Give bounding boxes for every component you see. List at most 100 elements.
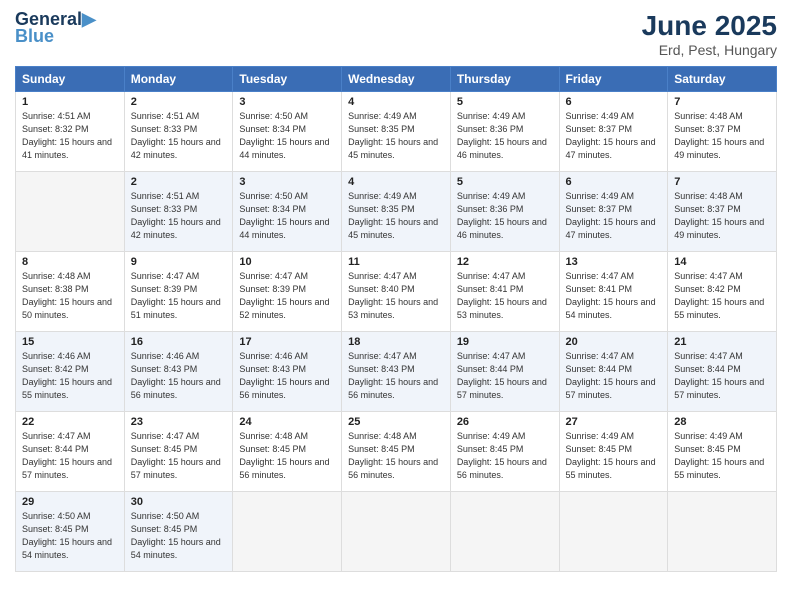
table-row [559, 492, 668, 572]
day-info: Sunrise: 4:48 AM Sunset: 8:37 PM Dayligh… [674, 110, 770, 162]
table-row: 13 Sunrise: 4:47 AM Sunset: 8:41 PM Dayl… [559, 252, 668, 332]
table-row: 18 Sunrise: 4:47 AM Sunset: 8:43 PM Dayl… [342, 332, 451, 412]
table-row: 22 Sunrise: 4:47 AM Sunset: 8:44 PM Dayl… [16, 412, 125, 492]
table-row: 24 Sunrise: 4:48 AM Sunset: 8:45 PM Dayl… [233, 412, 342, 492]
title-block: June 2025 Erd, Pest, Hungary [642, 10, 777, 58]
day-info: Sunrise: 4:50 AM Sunset: 8:45 PM Dayligh… [22, 510, 118, 562]
day-info: Sunrise: 4:48 AM Sunset: 8:45 PM Dayligh… [239, 430, 335, 482]
day-info: Sunrise: 4:47 AM Sunset: 8:40 PM Dayligh… [348, 270, 444, 322]
day-info: Sunrise: 4:46 AM Sunset: 8:43 PM Dayligh… [239, 350, 335, 402]
table-row: 14 Sunrise: 4:47 AM Sunset: 8:42 PM Dayl… [668, 252, 777, 332]
day-number: 13 [566, 256, 662, 268]
table-row [450, 492, 559, 572]
day-info: Sunrise: 4:47 AM Sunset: 8:39 PM Dayligh… [239, 270, 335, 322]
day-info: Sunrise: 4:47 AM Sunset: 8:44 PM Dayligh… [566, 350, 662, 402]
table-row: 7 Sunrise: 4:48 AM Sunset: 8:37 PM Dayli… [668, 172, 777, 252]
table-row: 1 Sunrise: 4:51 AM Sunset: 8:32 PM Dayli… [16, 92, 125, 172]
day-info: Sunrise: 4:49 AM Sunset: 8:36 PM Dayligh… [457, 190, 553, 242]
table-row [233, 492, 342, 572]
day-info: Sunrise: 4:49 AM Sunset: 8:45 PM Dayligh… [566, 430, 662, 482]
table-row [342, 492, 451, 572]
day-number: 16 [131, 336, 227, 348]
table-row: 2 Sunrise: 4:51 AM Sunset: 8:33 PM Dayli… [124, 92, 233, 172]
table-row: 12 Sunrise: 4:47 AM Sunset: 8:41 PM Dayl… [450, 252, 559, 332]
day-number: 3 [239, 96, 335, 108]
table-row: 16 Sunrise: 4:46 AM Sunset: 8:43 PM Dayl… [124, 332, 233, 412]
table-row: 9 Sunrise: 4:47 AM Sunset: 8:39 PM Dayli… [124, 252, 233, 332]
table-row: 4 Sunrise: 4:49 AM Sunset: 8:35 PM Dayli… [342, 172, 451, 252]
day-number: 5 [457, 176, 553, 188]
day-number: 25 [348, 416, 444, 428]
day-info: Sunrise: 4:47 AM Sunset: 8:44 PM Dayligh… [457, 350, 553, 402]
day-number: 24 [239, 416, 335, 428]
day-number: 28 [674, 416, 770, 428]
day-info: Sunrise: 4:51 AM Sunset: 8:33 PM Dayligh… [131, 190, 227, 242]
day-number: 6 [566, 176, 662, 188]
table-row: 11 Sunrise: 4:47 AM Sunset: 8:40 PM Dayl… [342, 252, 451, 332]
day-info: Sunrise: 4:50 AM Sunset: 8:34 PM Dayligh… [239, 110, 335, 162]
logo-blue: Blue [15, 26, 54, 47]
table-row: 3 Sunrise: 4:50 AM Sunset: 8:34 PM Dayli… [233, 172, 342, 252]
table-row: 23 Sunrise: 4:47 AM Sunset: 8:45 PM Dayl… [124, 412, 233, 492]
day-number: 3 [239, 176, 335, 188]
day-number: 26 [457, 416, 553, 428]
day-number: 7 [674, 176, 770, 188]
col-thursday: Thursday [450, 67, 559, 92]
table-row: 8 Sunrise: 4:48 AM Sunset: 8:38 PM Dayli… [16, 252, 125, 332]
table-row: 27 Sunrise: 4:49 AM Sunset: 8:45 PM Dayl… [559, 412, 668, 492]
day-number: 8 [22, 256, 118, 268]
day-info: Sunrise: 4:51 AM Sunset: 8:32 PM Dayligh… [22, 110, 118, 162]
day-info: Sunrise: 4:49 AM Sunset: 8:35 PM Dayligh… [348, 110, 444, 162]
day-number: 20 [566, 336, 662, 348]
day-info: Sunrise: 4:47 AM Sunset: 8:39 PM Dayligh… [131, 270, 227, 322]
table-row: 21 Sunrise: 4:47 AM Sunset: 8:44 PM Dayl… [668, 332, 777, 412]
day-number: 2 [131, 96, 227, 108]
table-row [668, 492, 777, 572]
day-number: 4 [348, 176, 444, 188]
day-info: Sunrise: 4:46 AM Sunset: 8:43 PM Dayligh… [131, 350, 227, 402]
table-row: 26 Sunrise: 4:49 AM Sunset: 8:45 PM Dayl… [450, 412, 559, 492]
day-number: 19 [457, 336, 553, 348]
day-info: Sunrise: 4:47 AM Sunset: 8:41 PM Dayligh… [457, 270, 553, 322]
table-row: 5 Sunrise: 4:49 AM Sunset: 8:36 PM Dayli… [450, 172, 559, 252]
day-number: 4 [348, 96, 444, 108]
day-info: Sunrise: 4:47 AM Sunset: 8:45 PM Dayligh… [131, 430, 227, 482]
table-row: 2 Sunrise: 4:51 AM Sunset: 8:33 PM Dayli… [124, 172, 233, 252]
table-row: 19 Sunrise: 4:47 AM Sunset: 8:44 PM Dayl… [450, 332, 559, 412]
day-number: 6 [566, 96, 662, 108]
day-info: Sunrise: 4:46 AM Sunset: 8:42 PM Dayligh… [22, 350, 118, 402]
table-row: 3 Sunrise: 4:50 AM Sunset: 8:34 PM Dayli… [233, 92, 342, 172]
day-info: Sunrise: 4:47 AM Sunset: 8:43 PM Dayligh… [348, 350, 444, 402]
day-number: 7 [674, 96, 770, 108]
table-row: 4 Sunrise: 4:49 AM Sunset: 8:35 PM Dayli… [342, 92, 451, 172]
header: General▶ Blue June 2025 Erd, Pest, Hunga… [15, 10, 777, 58]
day-number: 23 [131, 416, 227, 428]
col-wednesday: Wednesday [342, 67, 451, 92]
table-row: 7 Sunrise: 4:48 AM Sunset: 8:37 PM Dayli… [668, 92, 777, 172]
calendar: Sunday Monday Tuesday Wednesday Thursday… [15, 66, 777, 572]
col-friday: Friday [559, 67, 668, 92]
col-saturday: Saturday [668, 67, 777, 92]
day-number: 11 [348, 256, 444, 268]
day-number: 18 [348, 336, 444, 348]
day-info: Sunrise: 4:49 AM Sunset: 8:45 PM Dayligh… [674, 430, 770, 482]
day-number: 10 [239, 256, 335, 268]
day-number: 2 [131, 176, 227, 188]
main-title: June 2025 [642, 10, 777, 42]
table-row: 25 Sunrise: 4:48 AM Sunset: 8:45 PM Dayl… [342, 412, 451, 492]
day-number: 5 [457, 96, 553, 108]
day-info: Sunrise: 4:50 AM Sunset: 8:34 PM Dayligh… [239, 190, 335, 242]
day-info: Sunrise: 4:47 AM Sunset: 8:42 PM Dayligh… [674, 270, 770, 322]
day-info: Sunrise: 4:49 AM Sunset: 8:37 PM Dayligh… [566, 190, 662, 242]
day-info: Sunrise: 4:49 AM Sunset: 8:45 PM Dayligh… [457, 430, 553, 482]
day-info: Sunrise: 4:48 AM Sunset: 8:37 PM Dayligh… [674, 190, 770, 242]
day-info: Sunrise: 4:48 AM Sunset: 8:38 PM Dayligh… [22, 270, 118, 322]
table-row: 10 Sunrise: 4:47 AM Sunset: 8:39 PM Dayl… [233, 252, 342, 332]
table-row: 29 Sunrise: 4:50 AM Sunset: 8:45 PM Dayl… [16, 492, 125, 572]
table-row: 28 Sunrise: 4:49 AM Sunset: 8:45 PM Dayl… [668, 412, 777, 492]
day-number: 15 [22, 336, 118, 348]
col-sunday: Sunday [16, 67, 125, 92]
day-number: 22 [22, 416, 118, 428]
day-number: 14 [674, 256, 770, 268]
day-info: Sunrise: 4:50 AM Sunset: 8:45 PM Dayligh… [131, 510, 227, 562]
